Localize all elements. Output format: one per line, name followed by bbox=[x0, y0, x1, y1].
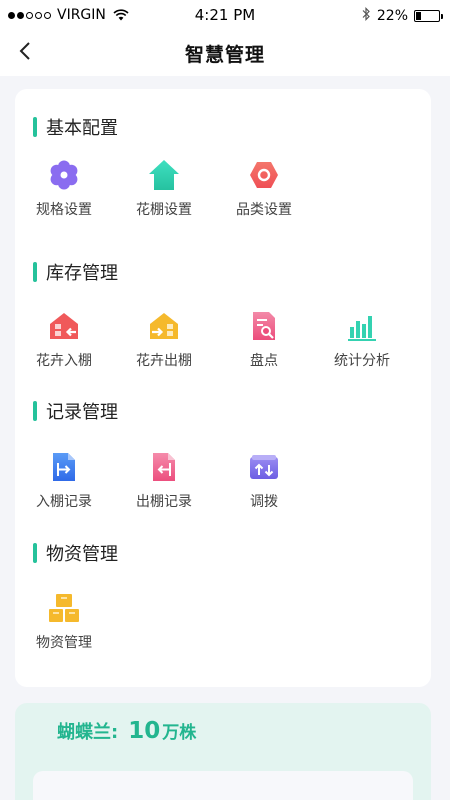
bar-chart-icon bbox=[346, 310, 378, 342]
stock-summary-line: 蝴蝶兰: 10 万株 bbox=[57, 718, 196, 744]
battery-percent: 22% bbox=[376, 8, 408, 24]
section-title-basic: 基本配置 bbox=[33, 115, 118, 139]
item-label: 调拨 bbox=[250, 494, 278, 510]
stocktake-icon bbox=[248, 310, 280, 342]
status-bar: VIRGIN 4:21 PM 22% bbox=[0, 0, 450, 30]
boxes-icon bbox=[48, 592, 80, 624]
item-category-settings[interactable]: 品类设置 bbox=[215, 159, 313, 229]
battery-fill bbox=[416, 12, 421, 20]
stock-count-value: 10 bbox=[128, 718, 161, 744]
category-hexagon-icon bbox=[248, 159, 280, 191]
flower-in-icon bbox=[48, 310, 80, 342]
management-card: 基本配置 规格设置 花棚设置 品类设置 库存管理 花卉入棚 花卉出棚 盘点 统计… bbox=[15, 89, 431, 687]
transfer-icon bbox=[248, 451, 280, 483]
item-in-records[interactable]: 入棚记录 bbox=[15, 451, 113, 521]
item-label: 花卉入棚 bbox=[36, 353, 92, 369]
item-spec-settings[interactable]: 规格设置 bbox=[15, 159, 113, 229]
section-accent-bar bbox=[33, 262, 37, 282]
item-materials[interactable]: 物资管理 bbox=[15, 592, 113, 662]
item-label: 花棚设置 bbox=[136, 202, 192, 218]
item-flower-out[interactable]: 花卉出棚 bbox=[115, 310, 213, 380]
item-label: 规格设置 bbox=[36, 202, 92, 218]
stock-count-unit: 万株 bbox=[162, 723, 197, 743]
flower-out-icon bbox=[148, 310, 180, 342]
section-title-records: 记录管理 bbox=[33, 399, 118, 423]
item-label: 品类设置 bbox=[236, 202, 292, 218]
item-label: 出棚记录 bbox=[136, 494, 192, 510]
section-title-inventory: 库存管理 bbox=[33, 260, 118, 284]
detail-panel bbox=[33, 771, 413, 800]
item-stocktake[interactable]: 盘点 bbox=[215, 310, 313, 380]
section-title-materials: 物资管理 bbox=[33, 541, 118, 565]
battery-icon bbox=[414, 10, 443, 22]
item-label: 花卉出棚 bbox=[136, 353, 192, 369]
section-label: 物资管理 bbox=[46, 544, 118, 565]
section-label: 基本配置 bbox=[46, 118, 118, 139]
page-title: 智慧管理 bbox=[184, 44, 265, 66]
section-label: 记录管理 bbox=[46, 402, 118, 423]
item-out-records[interactable]: 出棚记录 bbox=[115, 451, 213, 521]
settings-flower-icon bbox=[48, 159, 80, 191]
item-transfer[interactable]: 调拨 bbox=[215, 451, 313, 521]
greenhouse-icon bbox=[148, 159, 180, 191]
section-accent-bar bbox=[33, 401, 37, 421]
in-record-icon bbox=[48, 451, 80, 483]
item-label: 入棚记录 bbox=[36, 494, 92, 510]
section-label: 库存管理 bbox=[46, 263, 118, 284]
section-accent-bar bbox=[33, 543, 37, 563]
bluetooth-icon bbox=[362, 7, 371, 25]
item-flower-in[interactable]: 花卉入棚 bbox=[15, 310, 113, 380]
item-label: 统计分析 bbox=[334, 353, 390, 369]
nav-bar: 智慧管理 bbox=[0, 30, 450, 76]
item-greenhouse-settings[interactable]: 花棚设置 bbox=[115, 159, 213, 229]
out-record-icon bbox=[148, 451, 180, 483]
section-accent-bar bbox=[33, 117, 37, 137]
item-statistics[interactable]: 统计分析 bbox=[313, 310, 411, 380]
stock-species-name: 蝴蝶兰: bbox=[57, 722, 119, 743]
item-label: 盘点 bbox=[250, 353, 278, 369]
item-label: 物资管理 bbox=[36, 635, 92, 651]
